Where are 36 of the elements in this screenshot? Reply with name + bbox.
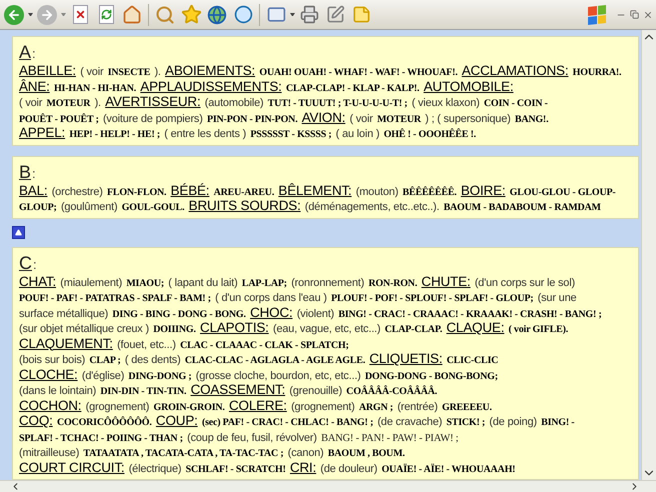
colon-mark: :	[32, 164, 36, 183]
restore-icon[interactable]	[630, 10, 639, 19]
entry-line: COURT CIRCUIT: (électrique) SCHLAF! - SCRATCH! CRI: (de douleur) OUAÏE! - AÏE! - WHOUAAAH!	[19, 460, 516, 475]
entry-line: APPEL: HEP! - HELP! - HE! ; ( entre les dents ) PSSSSST - KSSSS ; ( au loin ) OHÊ ! - OOOHÊÊE !.	[19, 125, 477, 140]
entry-line: (sur objet métallique creux ) DOIIING. CLAPOTIS: (eau, vague, etc, etc...) CLAP-CLAP. CLAQUE: ( voir GIFLE).	[19, 320, 570, 336]
entry-line: (dans le lointain) DIN-DIN - TIN-TIN. COASSEMENT: (grenouille) COÂÂÂÂ-COÂÂÂÂ.	[19, 382, 438, 398]
entry-line: CLOCHE: (d'église) DING-DONG ; (grosse cloche, bourdon, etc, etc...) DONG-DONG - BONG-BONG;	[19, 366, 499, 382]
letter-heading: B	[19, 160, 32, 183]
entry-line: POUF! - PAF! - PATATRAS - SPALF - BAM! ; ( d'un corps dans l'eau ) PLOUF! - POF! - SPLOUF! - SPLAF! - GLOUP; (sur une	[19, 291, 578, 304]
dropdown-icon[interactable]	[28, 13, 33, 16]
entry-line: GLOUP; (goulûment) GOUL-GOUL. BRUITS SOURDS: (déménagements, etc..etc..). BAOUM - BADABOUM - RAMDAM	[19, 198, 602, 214]
vertical-scrollbar[interactable]	[641, 30, 656, 480]
horizontal-scrollbar[interactable]	[0, 480, 656, 492]
entry-line: COQ: COCORICÔÔÔÔÔÔ. COUP: (sec) PAF! - CRAC! - CHLAC! - BANG! ; (de cravache) STICK! ; (de poing) BING! -	[19, 413, 576, 428]
colon-mark: :	[33, 256, 37, 274]
entry-line: POUÊT - POUÊT ; (voiture de pompiers) PIN-PON - PIN-PON. AVION: ( voir MOTEUR ) ; ( supersonique) BANG!.	[19, 110, 550, 125]
entry-line: COCHON: (grognement) GROIN-GROIN. COLERE: (grognement) ARGN ; (rentrée) GREEEEU.	[19, 398, 493, 413]
windows-logo-icon	[588, 4, 606, 24]
entry-line: BAL: (orchestre) FLON-FLON. BÉBÉ: AREU-AREU. BÊLEMENT: (mouton) BÊÊÊÊÊÊÊ. BOIRE: GLOU-GLOU - GLOUP-	[19, 182, 617, 198]
entry-line: (mitrailleuse) TATAATATA , TACATA-CATA , TA-TAC-TAC ; (canon) BAOUM , BOUM.	[19, 446, 406, 460]
entry-line: CHAT: (miaulement) MIAOU; ( lapant du lait) LAP-LAP; (ronronnement) RON-RON. CHUTE: (d'un corps sur le sol)	[19, 274, 576, 289]
entry-line: ( voir MOTEUR ). AVERTISSEUR: (automobile) TUT! - TUUUT! ; T-U-U-U-U-T! ; ( vieux klaxon) COIN - COIN -	[19, 94, 549, 110]
entry-line: CLAQUEMENT: (fouet, etc...) CLAC - CLAAAC - CLAK - SPLATCH;	[19, 336, 350, 351]
back-to-top-button[interactable]	[12, 226, 25, 240]
entry-line: ABEILLE: ( voir INSECTE ). ABOIEMENTS: OUAH! OUAH! - WHAF! - WAF! - WHOUAF!. ACCLAMATIONS: HOURRA!.	[19, 63, 622, 78]
close-icon[interactable]	[643, 10, 653, 20]
entry-line: SPLAF! - TCHAC! - POIING - THAN ; (coup de feu, fusil, révolver) BANG! - PAN! - PAW! - PIAW! ;	[19, 430, 460, 444]
letter-heading: A	[19, 41, 32, 63]
entry-line: surface métallique) DING - BING - DONG - BONG. CHOC: (violent) BING! - CRAC! - CRAAAC! - KRAAAK! - CRASH! - BANG! ;	[19, 304, 603, 320]
star-icon[interactable]	[179, 2, 203, 26]
up-arrow-icon	[15, 229, 22, 236]
dropdown-icon[interactable]	[290, 13, 295, 16]
entry-line: ÂNE: HI-HAN - HI-HAN. APPLAUDISSEMENTS: CLAP-CLAP! - KLAP - KALP!. AUTOMOBILE:	[19, 78, 514, 94]
letter-heading: C	[19, 252, 32, 274]
colon-mark: :	[32, 45, 36, 63]
entry-line: (bois sur bois) CLAP ; ( des dents) CLAC-CLAC - AGLAGLA - AGLE AGLE. CLIQUETIS: CLIC-CLIC	[19, 351, 500, 366]
